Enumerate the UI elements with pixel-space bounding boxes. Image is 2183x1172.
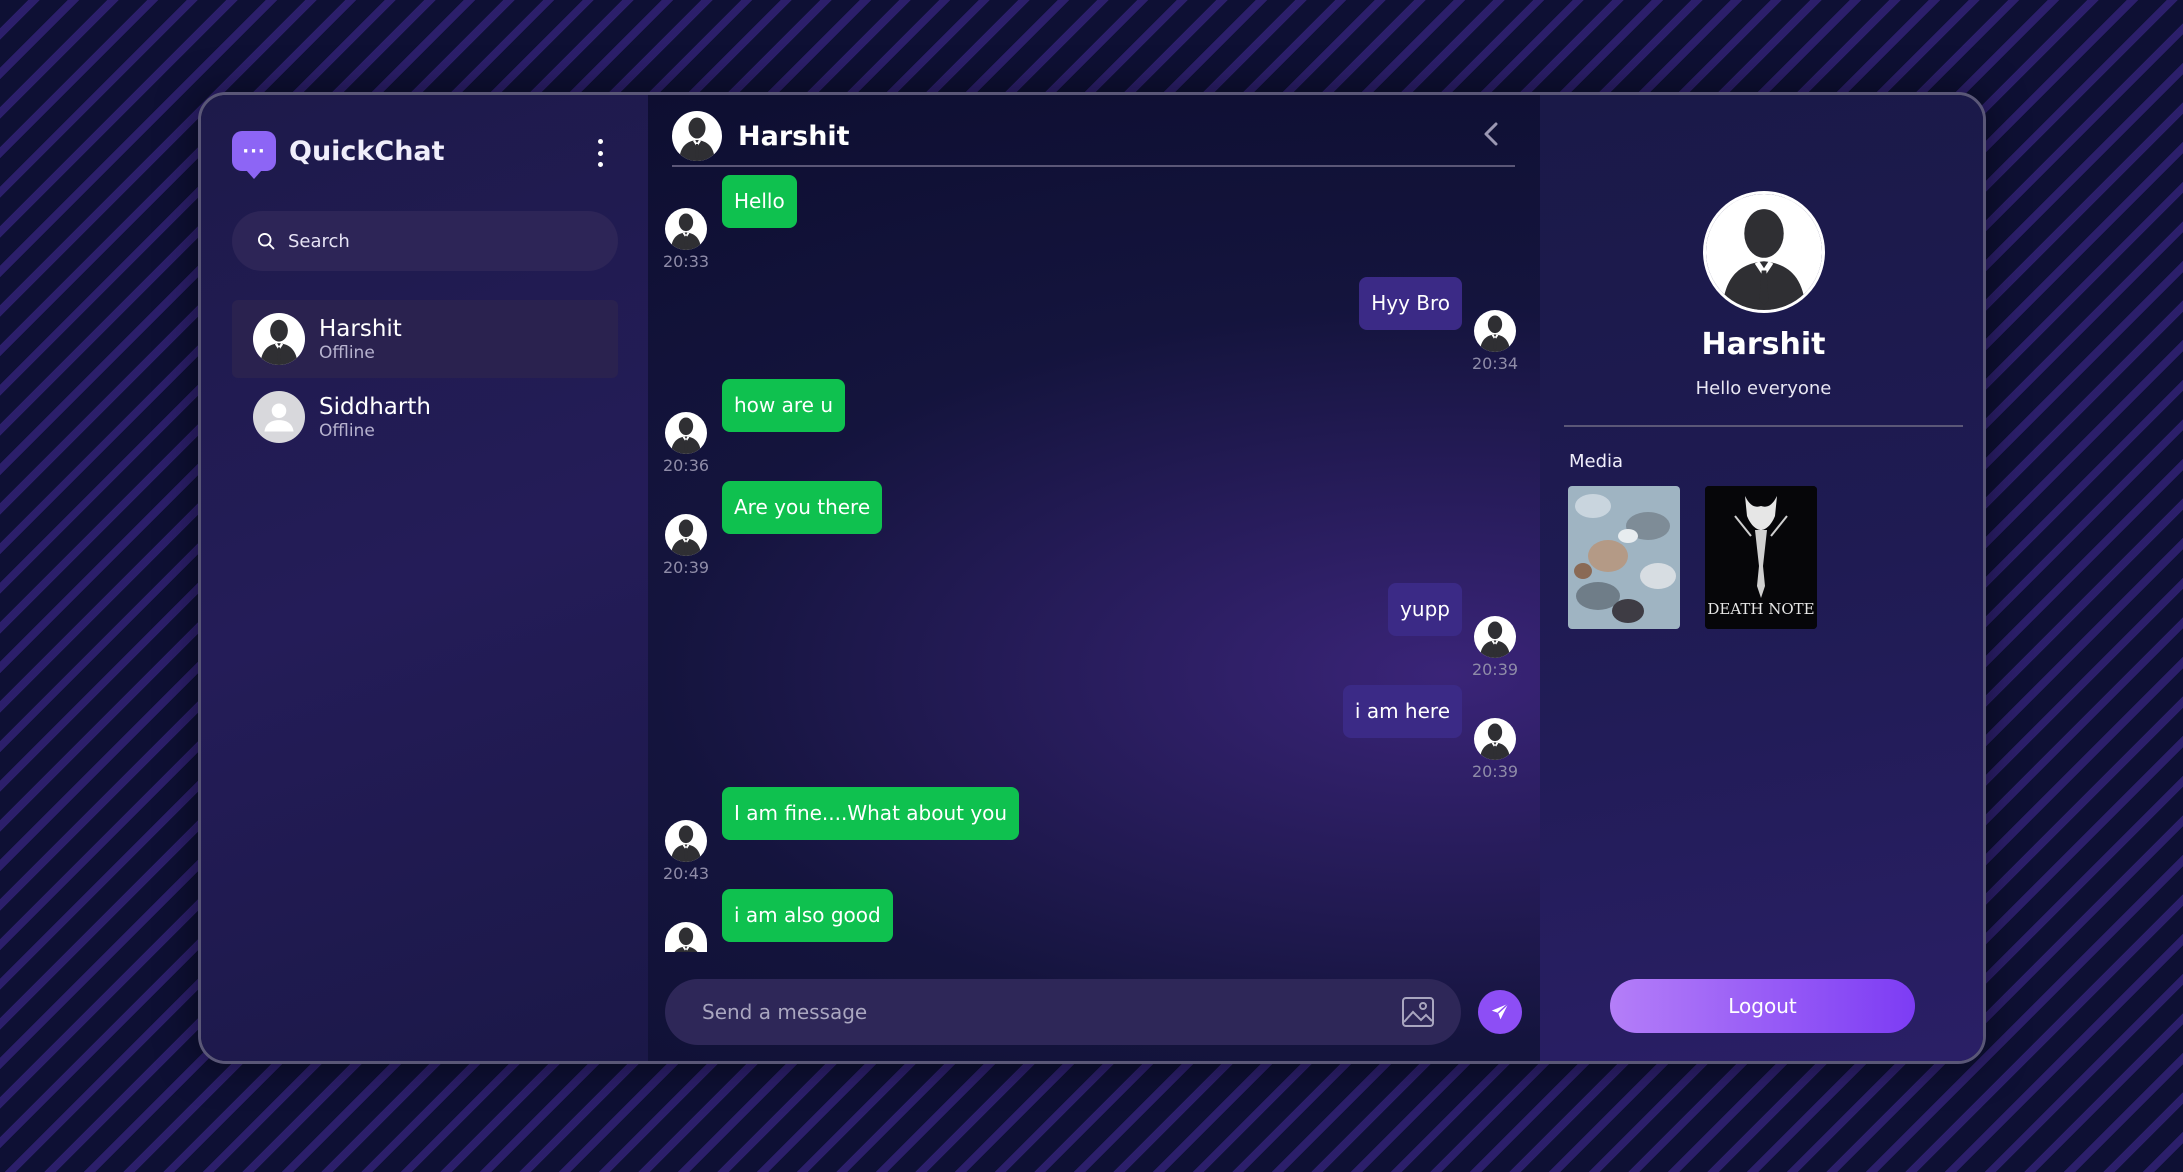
avatar [253, 391, 305, 443]
avatar [672, 111, 722, 161]
send-button[interactable] [1478, 990, 1522, 1034]
divider [1564, 425, 1963, 427]
thumbnail-caption: DEATH NOTE [1707, 600, 1814, 618]
message-time: 20:34 [1471, 354, 1519, 373]
avatar [665, 208, 707, 250]
profile-panel: Harshit Hello everyone Media DEATH NOTE … [1540, 95, 1983, 1061]
media-label: Media [1569, 451, 1624, 472]
logout-button[interactable]: Logout [1610, 979, 1915, 1033]
message-bubble: how are u [722, 379, 846, 432]
contact-item-siddharth[interactable]: Siddharth Offline [232, 378, 618, 456]
message-time: 20:33 [662, 252, 710, 271]
contact-item-harshit[interactable]: Harshit Offline [232, 300, 618, 378]
message-time: 20:43 [662, 864, 710, 883]
chevron-left-icon[interactable] [1479, 119, 1503, 149]
message-bubble: i am here [1342, 685, 1462, 738]
sidebar: ··· QuickChat Harshit Offline Siddharth … [201, 95, 648, 1061]
contact-name: Siddharth [319, 394, 431, 420]
message-bubble: I am fine....What about you [722, 787, 1020, 840]
message-bubble: Are you there [722, 481, 883, 534]
contact-status: Offline [319, 421, 375, 441]
chat-contact-name: Harshit [738, 120, 850, 152]
profile-bio: Hello everyone [1695, 378, 1832, 399]
contact-status: Offline [319, 343, 375, 363]
more-options-icon[interactable] [595, 139, 605, 167]
app-logo: ··· QuickChat [232, 131, 445, 179]
message-bubble: Hello [722, 175, 797, 228]
message-time: 20:39 [662, 558, 710, 577]
message-time: 20:36 [662, 456, 710, 475]
message-input[interactable] [702, 1000, 1362, 1024]
avatar [665, 412, 707, 454]
death-note-thumbnail[interactable]: DEATH NOTE [1705, 486, 1817, 629]
message-time: 20:39 [1471, 660, 1519, 679]
message-bubble: i am also good [722, 889, 893, 942]
image-upload-icon[interactable] [1401, 995, 1435, 1029]
avatar [665, 820, 707, 862]
message-bubble: yupp [1388, 583, 1462, 636]
app-name: QuickChat [289, 135, 445, 167]
avatar [1474, 310, 1516, 352]
avatar [1703, 191, 1825, 313]
chat-bubble-icon: ··· [232, 131, 276, 179]
message-bubble: Hyy Bro [1359, 277, 1462, 330]
avatar [665, 514, 707, 556]
anime-crowd-thumbnail[interactable] [1568, 486, 1680, 629]
search-box [232, 211, 618, 271]
profile-name: Harshit [1701, 327, 1826, 362]
search-input[interactable] [288, 230, 588, 252]
app-window: ··· QuickChat Harshit Offline Siddharth … [198, 92, 1986, 1064]
message-time: 20:39 [1471, 762, 1519, 781]
send-icon [1491, 1003, 1509, 1020]
search-icon [258, 233, 275, 250]
contact-name: Harshit [319, 316, 402, 342]
message-composer [665, 979, 1461, 1045]
chat-header: Harshit [672, 107, 1515, 167]
chat-panel: Harshit Hello 20:33 Hyy Bro 20:34 how ar… [648, 95, 1540, 1061]
avatar [1474, 718, 1516, 760]
avatar [665, 922, 707, 952]
avatar [1474, 616, 1516, 658]
avatar [253, 313, 305, 365]
